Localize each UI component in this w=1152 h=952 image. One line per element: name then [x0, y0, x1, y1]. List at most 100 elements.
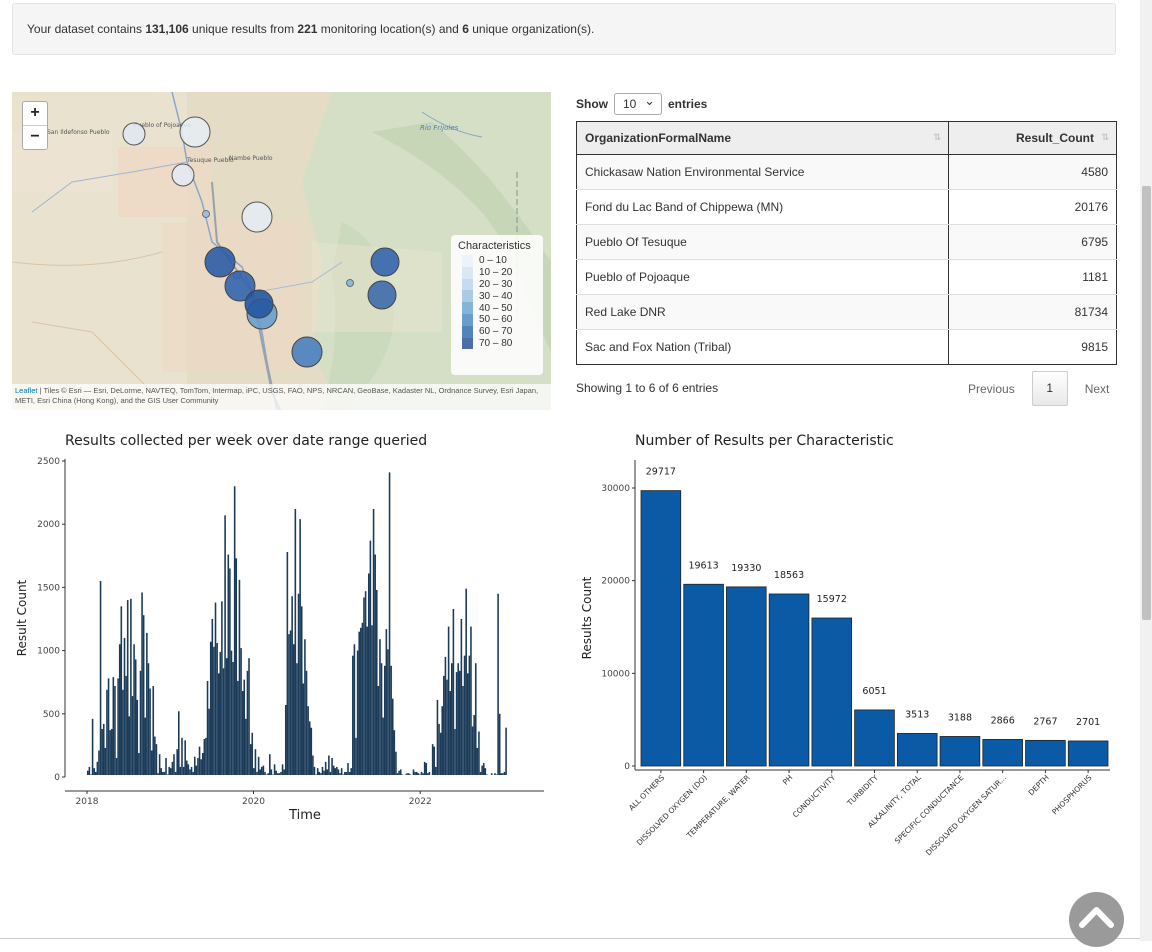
weekly-bar: [316, 768, 319, 775]
category-label: DISSOLVED OXYGEN (DO): [635, 773, 709, 847]
weekly-bar: [168, 766, 170, 775]
y-tick-label: 0: [624, 762, 630, 772]
map-marker[interactable]: [204, 246, 236, 278]
map-marker[interactable]: [367, 280, 397, 310]
legend-swatch: [462, 255, 473, 267]
table-row[interactable]: Pueblo Of Tesuque 6795: [576, 224, 1117, 260]
map-marker[interactable]: [241, 201, 273, 233]
weekly-bar: [158, 754, 161, 775]
weekly-results-chart: 0 500 1000 1500 2000 2500 2018 2020 2022 Time Resu…: [15, 457, 544, 823]
map-marker[interactable]: [179, 116, 211, 148]
map-marker[interactable]: [122, 122, 146, 146]
leaflet-link[interactable]: Leaflet: [15, 386, 38, 395]
weekly-bar: [420, 771, 423, 775]
weekly-bar: [473, 715, 475, 775]
legend-item: 50 – 60: [457, 313, 537, 326]
result-count-cell: 1181: [948, 259, 1117, 295]
scroll-to-top-button[interactable]: [1069, 892, 1124, 947]
weekly-bar: [344, 771, 346, 775]
weekly-bar: [109, 730, 111, 775]
map-marker[interactable]: [370, 247, 400, 277]
characteristic-bar: [939, 736, 981, 767]
weekly-bar: [372, 509, 375, 775]
weekly-bar: [91, 718, 94, 775]
bar-value-label: 3188: [948, 712, 972, 723]
weekly-bar: [393, 730, 396, 775]
weekly-bar: [149, 688, 151, 775]
entries-label: entries: [668, 97, 708, 111]
weekly-bar: [120, 606, 123, 775]
map-marker[interactable]: [202, 210, 210, 218]
summary-suffix: unique organization(s).: [468, 22, 595, 36]
map-place-label: San Ildefonso Pueblo: [47, 129, 110, 136]
result-count-cell: 81734: [948, 294, 1117, 330]
legend-swatch: [462, 337, 473, 350]
map-marker[interactable]: [346, 279, 354, 287]
table-row[interactable]: Pueblo of Pojoaque 1181: [576, 259, 1117, 295]
weekly-bar: [101, 728, 103, 775]
y-tick-label: 1000: [37, 647, 60, 657]
next-button[interactable]: Next: [1075, 382, 1120, 396]
legend-item: 40 – 50: [457, 302, 537, 314]
bar-value-label: 19613: [688, 560, 718, 571]
previous-button[interactable]: Previous: [958, 382, 1025, 396]
column-header-result-count[interactable]: Result_Count ⇅: [948, 121, 1117, 155]
zoom-out-button[interactable]: −: [23, 125, 47, 149]
weekly-bar: [133, 644, 135, 775]
legend-item: 0 – 10: [457, 255, 537, 267]
y-tick-label: 30000: [601, 484, 630, 494]
weekly-bar: [157, 773, 159, 775]
y-tick-label: 0: [54, 773, 60, 783]
map-marker[interactable]: [244, 289, 274, 319]
column-header-label: Result_Count: [1016, 131, 1094, 145]
map-marker[interactable]: [291, 336, 323, 368]
map-zoom-control: + −: [22, 101, 48, 150]
category-label: CONDUCTIVITY: [791, 773, 838, 820]
weekly-bar: [307, 706, 309, 775]
weekly-bar: [216, 643, 218, 775]
weekly-bar: [497, 593, 499, 775]
weekly-bar: [241, 691, 244, 775]
weekly-bar: [339, 773, 341, 775]
weekly-bar: [136, 699, 139, 775]
weekly-bar: [122, 689, 124, 775]
weekly-bar: [195, 765, 198, 775]
bar-value-label: 6051: [862, 686, 886, 697]
weekly-bar: [390, 665, 392, 775]
scrollbar-thumb[interactable]: [1142, 186, 1151, 620]
weekly-bar: [454, 728, 456, 775]
table-row[interactable]: Chickasaw Nation Environmental Service 45…: [576, 154, 1117, 190]
characteristic-bar: [768, 593, 810, 767]
weekly-bar: [87, 770, 89, 775]
weekly-bar: [123, 637, 126, 775]
weekly-bar: [332, 765, 335, 775]
zoom-in-button[interactable]: +: [23, 102, 47, 125]
weekly-bar: [455, 672, 458, 775]
weekly-bar: [249, 744, 252, 775]
column-header-organization[interactable]: OrganizationFormalName ⇅: [576, 121, 949, 155]
page-length-select[interactable]: 10: [614, 91, 662, 115]
table-body: Chickasaw Nation Environmental Service 45…: [576, 154, 1117, 365]
x-tick-label: 2020: [242, 797, 265, 807]
weekly-bar: [374, 554, 376, 775]
pagination: Previous 1 Next: [958, 371, 1119, 406]
dataset-summary: Your dataset contains 131,106 unique res…: [12, 3, 1116, 55]
weekly-bar: [399, 769, 402, 775]
weekly-bar: [484, 768, 487, 775]
table-row[interactable]: Sac and Fox Nation (Tribal) 9815: [576, 329, 1117, 365]
weekly-bar: [262, 765, 265, 775]
y-tick-label: 1500: [37, 583, 60, 593]
weekly-bar: [358, 631, 360, 775]
page-1-button[interactable]: 1: [1031, 371, 1068, 406]
organization-cell: Fond du Lac Band of Chippewa (MN): [576, 189, 949, 225]
weekly-bar: [407, 773, 410, 775]
table-row[interactable]: Red Lake DNR 81734: [576, 294, 1117, 330]
weekly-bar: [265, 774, 268, 775]
weekly-bar: [243, 679, 246, 775]
bar-value-label: 19330: [731, 563, 761, 574]
weekly-bar: [222, 668, 225, 775]
table-row[interactable]: Fond du Lac Band of Chippewa (MN) 20176: [576, 189, 1117, 225]
map-marker[interactable]: [171, 163, 195, 187]
weekly-bar: [297, 593, 300, 775]
weekly-bar: [395, 751, 397, 775]
